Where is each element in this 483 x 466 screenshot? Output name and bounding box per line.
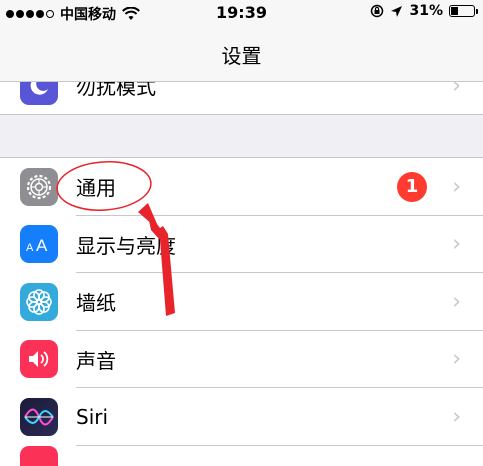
chevron-right-icon: ›: [452, 346, 461, 372]
status-right: 31%: [370, 3, 478, 19]
settings-row-label: Siri: [76, 404, 109, 429]
settings-row-sounds[interactable]: 声音 ›: [0, 331, 483, 388]
aa-text-icon: A A: [20, 225, 58, 264]
settings-row-label: 墙纸: [76, 291, 116, 316]
location-arrow-icon: [391, 5, 403, 17]
siri-icon: [20, 397, 58, 436]
chevron-right-icon: ›: [452, 174, 461, 200]
settings-row-siri[interactable]: Siri ›: [0, 388, 483, 446]
speaker-icon: [20, 340, 58, 379]
chevron-right-icon: ›: [452, 289, 461, 315]
battery-fill: [451, 7, 458, 15]
svg-text:A: A: [26, 242, 34, 254]
settings-row-do-not-disturb[interactable]: 勿扰模式 ›: [0, 82, 483, 114]
chevron-right-icon: ›: [452, 404, 461, 430]
settings-row-general[interactable]: 通用 1 ›: [0, 158, 483, 216]
settings-row-display-brightness[interactable]: A A 显示与亮度 ›: [0, 216, 483, 273]
settings-group-top: 勿扰模式 ›: [0, 82, 483, 115]
moon-icon: [20, 82, 58, 105]
gear-icon: [20, 167, 58, 206]
flower-icon: [20, 282, 58, 321]
settings-row-label: 声音: [76, 348, 116, 373]
battery-icon: [449, 5, 478, 17]
partial-app-icon: [20, 445, 58, 466]
settings-row-label: 显示与亮度: [76, 233, 176, 258]
chevron-right-icon: ›: [452, 82, 461, 99]
navigation-bar: 设置: [0, 26, 483, 82]
status-bar: 中国移动 19:39 31%: [0, 0, 483, 26]
settings-row-label: 勿扰模式: [76, 82, 156, 100]
chevron-right-icon: ›: [452, 231, 461, 257]
settings-row-partial[interactable]: [0, 445, 483, 466]
svg-text:A: A: [36, 236, 48, 255]
orientation-lock-icon: [371, 4, 384, 18]
settings-row-wallpaper[interactable]: 墙纸 ›: [0, 273, 483, 331]
battery-percent: 31%: [409, 3, 443, 19]
page-title: 设置: [221, 44, 262, 68]
notification-badge: 1: [397, 171, 427, 202]
settings-group-main: 通用 1 › A A 显示与亮度 › 墙纸 › 声音 › Siri ›: [0, 157, 483, 466]
